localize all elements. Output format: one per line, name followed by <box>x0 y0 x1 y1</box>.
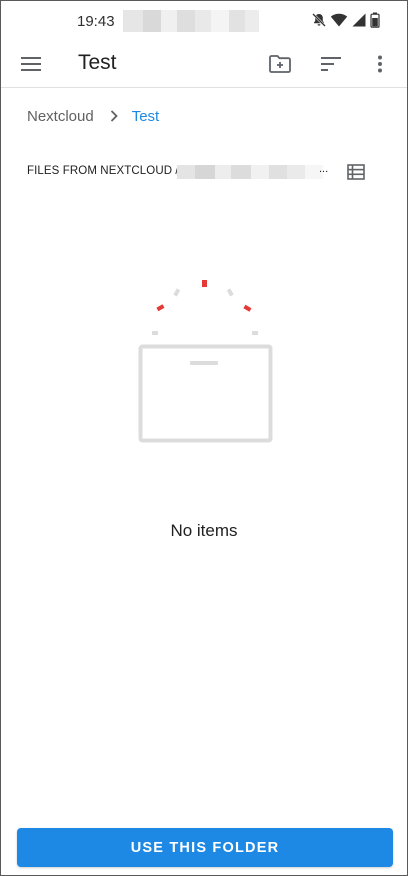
account-label: FILES FROM NEXTCLOUD / T <box>27 165 189 177</box>
menu-icon[interactable] <box>19 52 43 76</box>
status-bar: 19:43 <box>1 1 407 41</box>
cell-signal-icon <box>351 12 367 33</box>
use-this-folder-button[interactable]: USE THIS FOLDER <box>17 828 393 867</box>
account-ellipsis: ... <box>319 163 329 175</box>
app-screen: 19:43 Test Nextcloud Test FILES FROM NEX… <box>0 0 408 876</box>
status-icons <box>311 12 380 33</box>
create-folder-icon[interactable] <box>267 51 293 77</box>
breadcrumb-root[interactable]: Nextcloud <box>27 108 94 125</box>
notifications-off-icon <box>311 12 327 33</box>
empty-folder-illustration-icon <box>131 273 281 448</box>
status-time: 19:43 <box>77 13 115 30</box>
account-header: FILES FROM NEXTCLOUD / T ... <box>27 161 377 183</box>
chevron-right-icon <box>110 110 118 122</box>
list-view-icon[interactable] <box>345 162 367 182</box>
page-title: Test <box>78 51 117 74</box>
battery-icon <box>370 12 380 33</box>
wifi-icon <box>330 12 348 33</box>
empty-state-text: No items <box>170 521 238 540</box>
more-vert-icon[interactable] <box>367 51 393 77</box>
breadcrumb: Nextcloud Test <box>27 105 159 127</box>
account-name-redacted <box>177 165 323 179</box>
sort-icon[interactable] <box>318 51 344 77</box>
breadcrumb-current[interactable]: Test <box>132 108 160 125</box>
app-toolbar: Test <box>1 41 407 88</box>
status-notification-area <box>123 10 293 32</box>
